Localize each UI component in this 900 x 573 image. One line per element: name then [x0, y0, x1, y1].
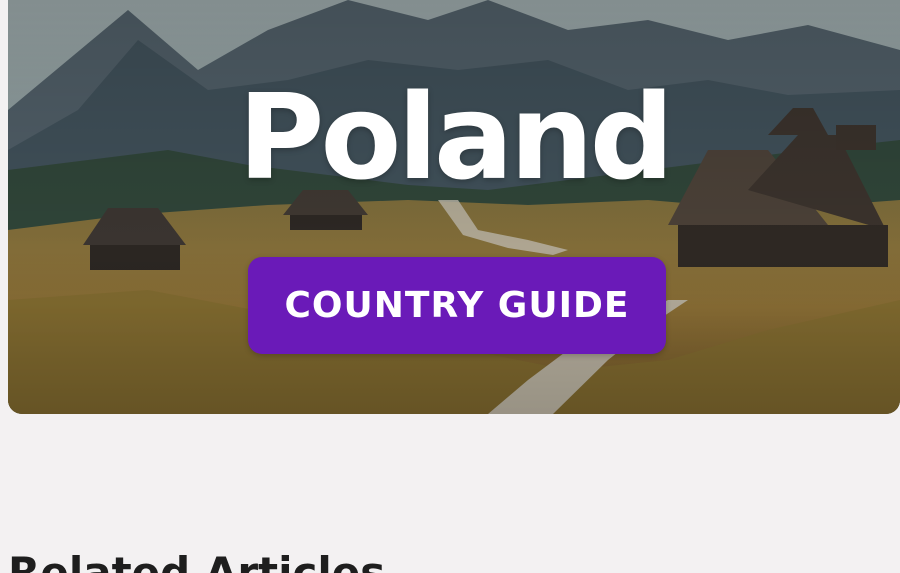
- page: Poland COUNTRY GUIDE Related Articles: [0, 0, 900, 573]
- related-articles-heading: Related Articles: [8, 548, 386, 573]
- country-guide-badge[interactable]: COUNTRY GUIDE: [248, 257, 666, 354]
- hero-title: Poland: [237, 68, 674, 206]
- hero-banner[interactable]: Poland COUNTRY GUIDE: [8, 0, 900, 414]
